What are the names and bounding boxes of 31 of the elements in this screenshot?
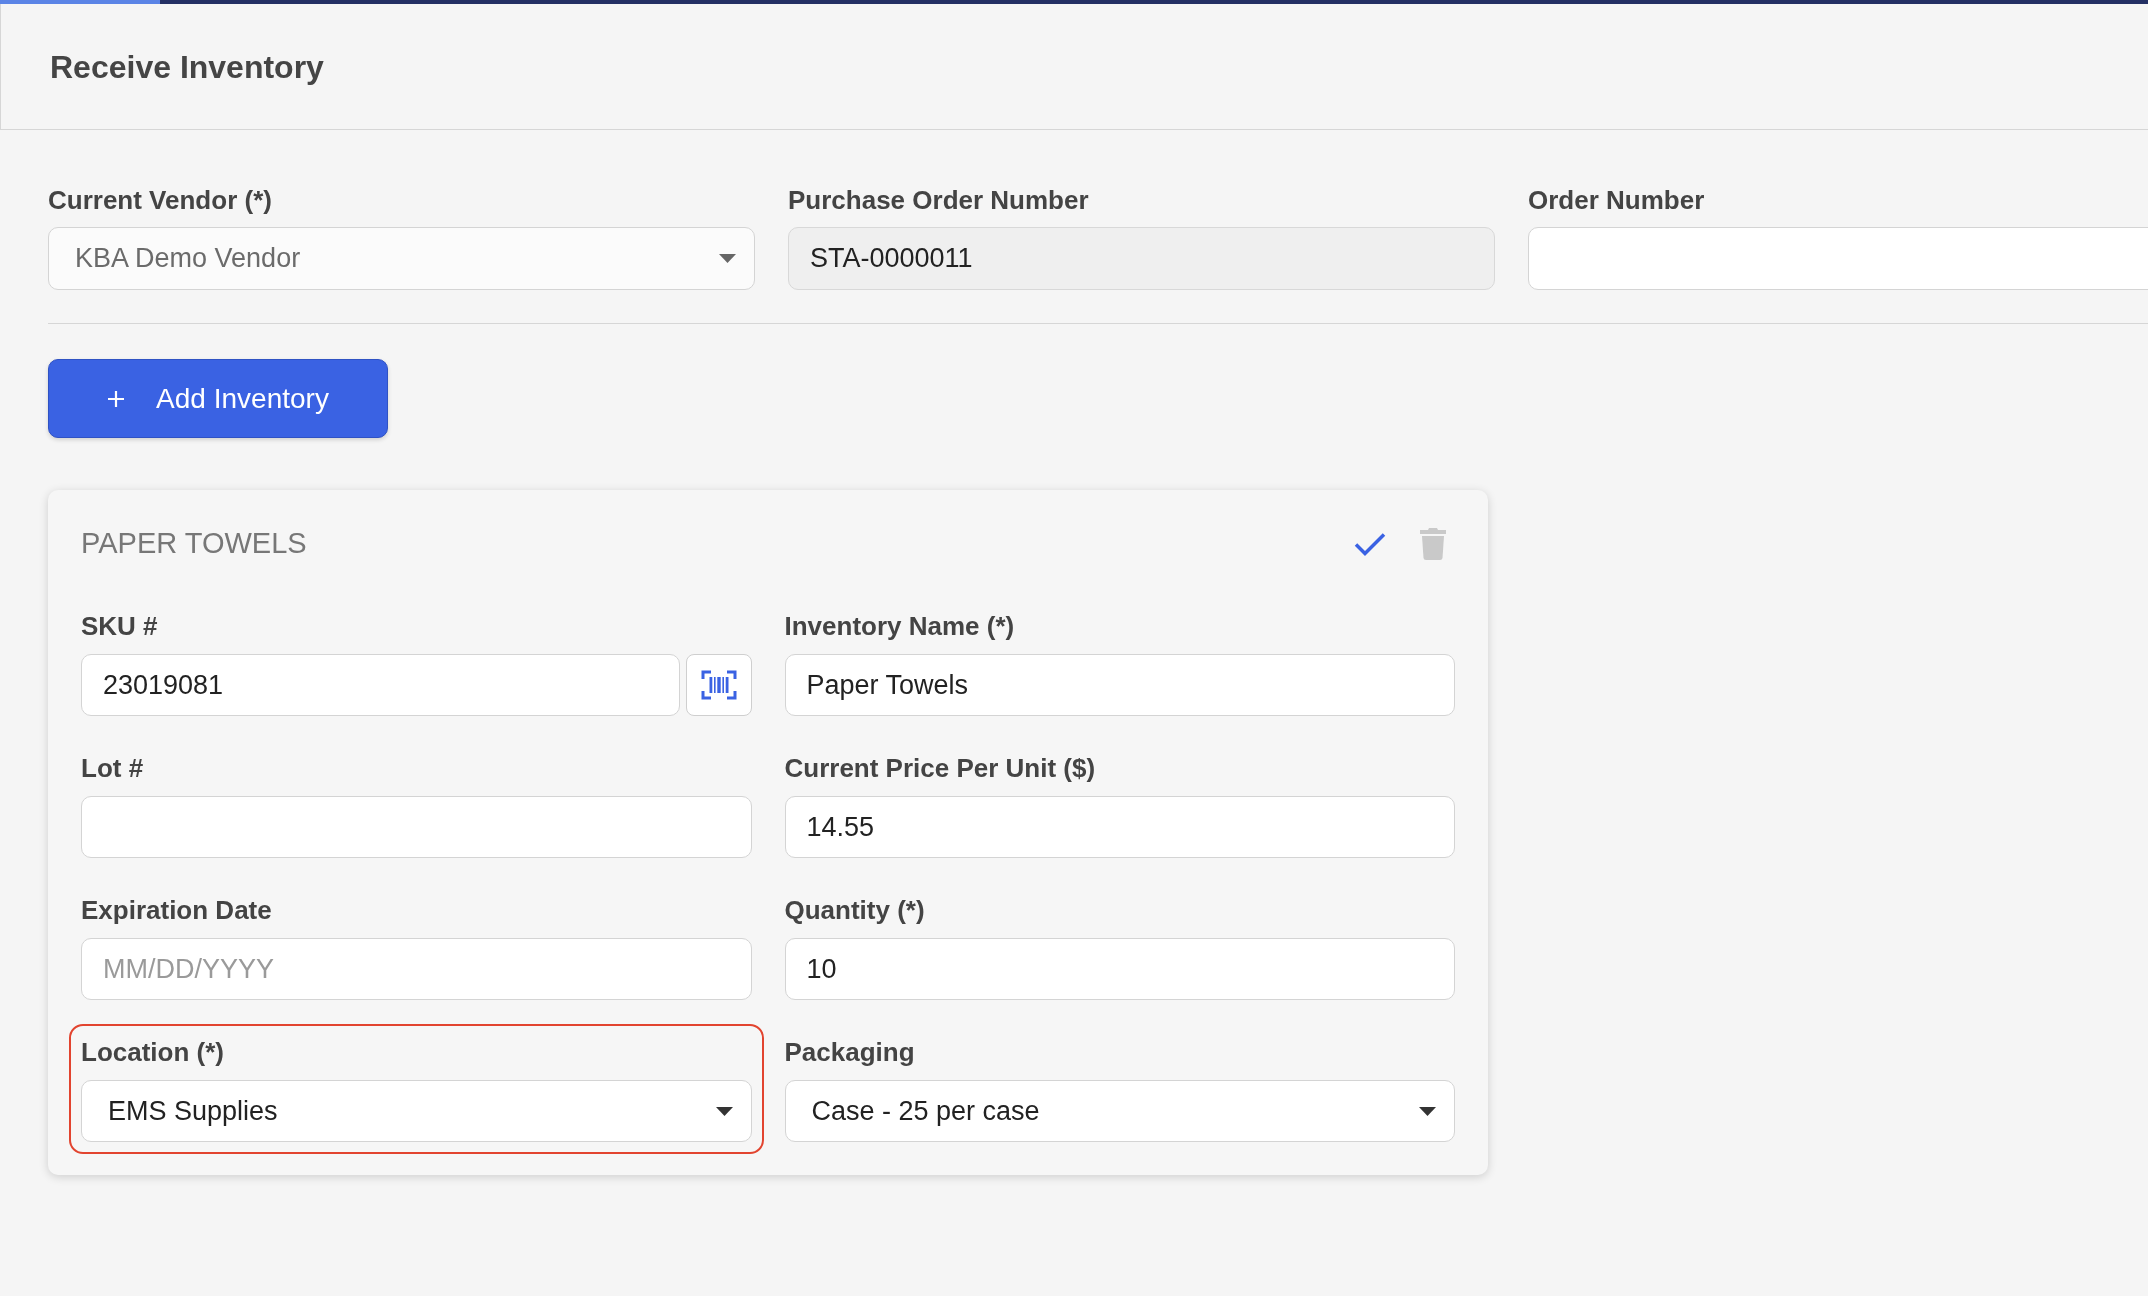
field-label: Quantity (*) [784,894,926,926]
field-label: Packaging [784,1036,916,1068]
input-field[interactable]: Paper Towels [784,654,1455,716]
caret-icon [719,254,736,263]
plus-icon [107,389,126,408]
caret-icon [715,1106,733,1116]
field-label: SKU # [81,610,159,642]
checkmark-icon[interactable] [1354,532,1386,556]
field-label: Current Price Per Unit ($) [784,752,1097,784]
caret-icon [1419,1106,1436,1116]
field-label: Expiration Date [81,894,273,926]
select-field[interactable]: Case - 25 per case [784,1080,1455,1142]
barcode-scan-button[interactable] [685,654,752,716]
page-title: Receive Inventory [50,47,324,87]
input-field[interactable]: 23019081 [81,654,680,716]
field-label: Order Number [1528,184,1706,216]
field-label: Purchase Order Number [788,184,1090,216]
input-field[interactable]: 10 [784,938,1455,1000]
input-field[interactable]: 14.55 [784,796,1455,858]
input-field[interactable] [1528,227,2148,290]
field-label: Location (*) [81,1036,225,1068]
input-field[interactable] [81,796,752,858]
field-label: Inventory Name (*) [784,610,1016,642]
select-field[interactable]: EMS Supplies [81,1080,752,1142]
item-title: PAPER TOWELS [81,526,307,562]
field-label: Lot # [81,752,145,784]
field-label: Current Vendor (*) [48,184,273,216]
input-field[interactable]: MM/DD/YYYY [81,938,752,1000]
trash-icon[interactable] [1420,528,1446,560]
barcode-scan-icon [700,670,737,700]
add-inventory-button[interactable]: Add Inventory [48,359,388,438]
